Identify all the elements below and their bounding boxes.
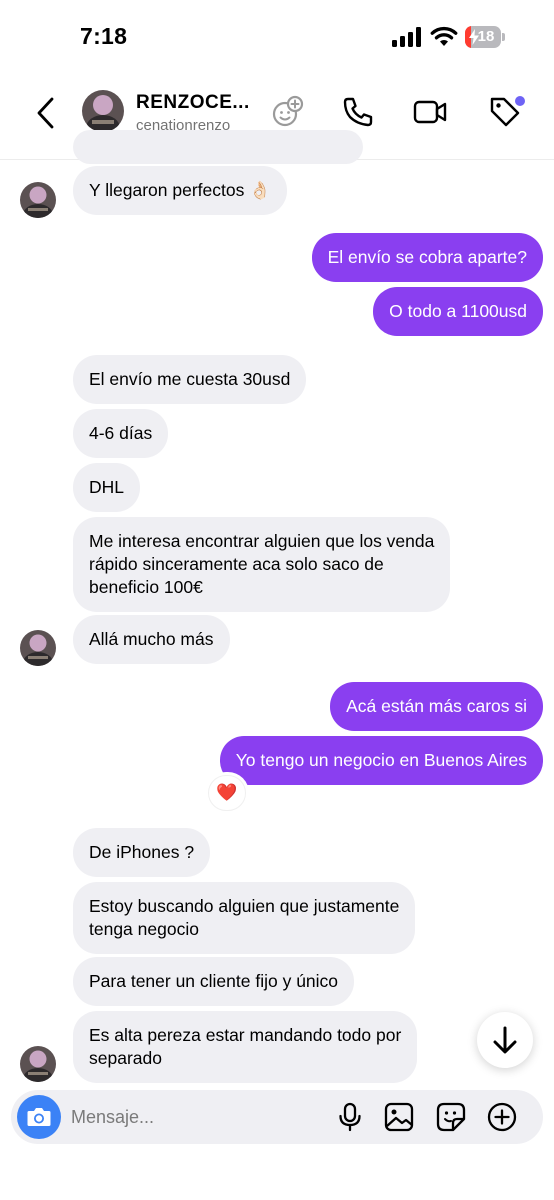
- message-bubble[interactable]: El envío me cuesta 30usd: [73, 355, 307, 404]
- avatar[interactable]: [20, 182, 56, 218]
- avatar[interactable]: [20, 630, 56, 666]
- message-composer: [11, 1090, 543, 1144]
- message-bubble[interactable]: Allá mucho más: [73, 615, 230, 664]
- wifi-icon: [430, 26, 458, 46]
- message-bubble[interactable]: De iPhones ?: [73, 828, 211, 877]
- avatar[interactable]: [82, 90, 124, 132]
- message-bubble[interactable]: O todo a 1100usd: [373, 287, 543, 336]
- message-bubble[interactable]: 4-6 días: [73, 409, 169, 458]
- add-to-group-icon[interactable]: [270, 94, 306, 130]
- message-bubble-partial: [73, 130, 363, 164]
- message-bubble[interactable]: Para tener un cliente fijo y único: [73, 957, 355, 1006]
- sticker-icon[interactable]: [435, 1101, 467, 1133]
- status-bar: 7:18 18: [0, 0, 554, 76]
- message-input[interactable]: [71, 1104, 291, 1130]
- microphone-icon[interactable]: [334, 1101, 366, 1133]
- status-time: 7:18: [80, 23, 128, 49]
- arrow-down-icon: [493, 1026, 517, 1054]
- camera-icon: [27, 1108, 51, 1126]
- contact-name[interactable]: RENZOCE...: [136, 92, 250, 114]
- battery-indicator: 18: [465, 26, 505, 48]
- avatar[interactable]: [20, 1046, 56, 1082]
- cellular-signal-icon: [392, 27, 421, 47]
- add-icon[interactable]: [486, 1101, 518, 1133]
- battery-percentage: 18: [477, 28, 495, 45]
- message-bubble[interactable]: Y llegaron perfectos 👌🏻: [73, 166, 287, 215]
- phone-icon[interactable]: [340, 94, 376, 130]
- camera-button[interactable]: [17, 1095, 61, 1139]
- message-bubble[interactable]: Yo tengo un negocio en Buenos Aires: [219, 736, 543, 785]
- message-bubble[interactable]: El envío se cobra aparte?: [311, 233, 543, 282]
- message-bubble[interactable]: Es alta pereza estar mandando todo por s…: [73, 1011, 418, 1083]
- message-bubble[interactable]: Estoy buscando alguien que justamente te…: [73, 882, 416, 954]
- scroll-down-button[interactable]: [477, 1012, 533, 1068]
- back-arrow-icon[interactable]: [32, 96, 62, 130]
- notification-dot: [515, 96, 525, 106]
- heart-reaction-icon[interactable]: ❤️: [208, 775, 246, 811]
- message-bubble[interactable]: Me interesa encontrar alguien que los ve…: [73, 517, 451, 612]
- message-bubble[interactable]: Acá están más caros si: [330, 682, 543, 731]
- gallery-icon[interactable]: [383, 1101, 415, 1133]
- message-bubble[interactable]: DHL: [73, 463, 141, 512]
- video-icon[interactable]: [412, 94, 448, 130]
